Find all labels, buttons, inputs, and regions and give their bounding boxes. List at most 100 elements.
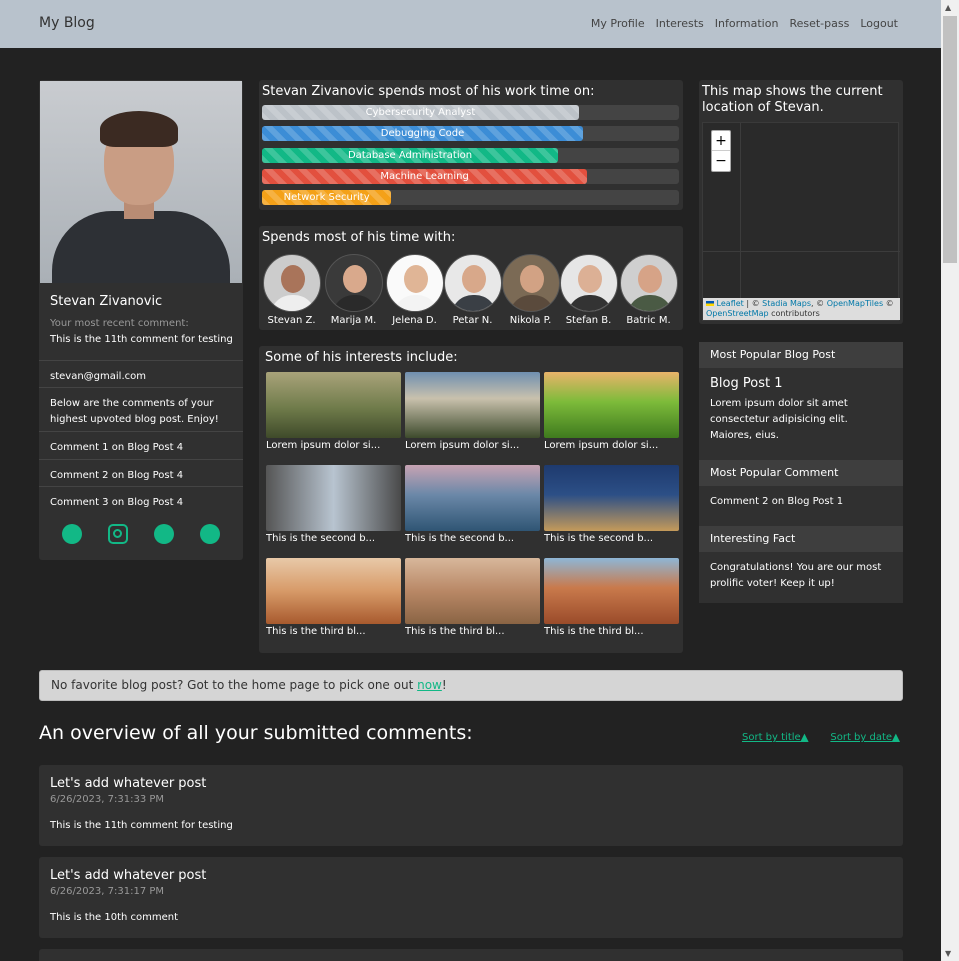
friends-panel: Spends most of his time with: Stevan Z. … [259,226,683,330]
attribution-separator: , © [811,299,827,308]
popular-comment-card: Most Popular Comment Comment 2 on Blog P… [699,460,903,526]
openmaptiles-link[interactable]: OpenMapTiles [827,299,883,308]
brand-link[interactable]: My Blog [39,15,95,31]
scroll-up-arrow-icon[interactable]: ▲ [945,3,951,12]
nav-my-profile[interactable]: My Profile [591,17,645,30]
nav-logout[interactable]: Logout [860,17,898,30]
alert-text-end: ! [441,678,447,692]
nav-reset-pass[interactable]: Reset-pass [789,17,849,30]
friend-item[interactable]: Nikola P. [501,254,560,326]
sort-by-date-link[interactable]: Sort by date▲ [830,732,899,743]
comment-card[interactable]: Let's add whatever post 6/26/2023, 7:31:… [39,857,903,938]
interest-tile[interactable]: This is the third bl... [405,558,540,637]
map-attribution: Leaflet | © Stadia Maps, © OpenMapTiles … [703,298,900,320]
interest-image [544,372,679,438]
openstreetmap-link[interactable]: OpenStreetMap [706,309,769,318]
comment-text: This is the 11th comment for testing [50,820,233,831]
interest-image [544,465,679,531]
skill-bar-fill: Network Security [262,190,392,205]
interest-image [266,372,401,438]
sort-by-title-link[interactable]: Sort by title▲ [742,732,808,743]
interesting-fact-card: Interesting Fact Congratulations! You ar… [699,526,903,603]
friend-name: Nikola P. [509,315,552,326]
home-now-link[interactable]: now [417,678,442,692]
interest-tile[interactable]: This is the second b... [266,465,401,544]
comment-post-title: Let's add whatever post [50,868,207,883]
friend-item[interactable]: Jelena D. [385,254,444,326]
friend-item[interactable]: Marija M. [324,254,383,326]
comments-intro: Below are the comments of your highest u… [39,387,243,436]
friend-item[interactable]: Petar N. [443,254,502,326]
nav-information[interactable]: Information [715,17,779,30]
zoom-out-button[interactable]: − [712,151,730,171]
facebook-icon[interactable] [62,524,82,544]
interest-image [405,465,540,531]
interests-panel: Some of his interests include: Lorem ips… [259,346,683,653]
friend-item[interactable]: Batric M. [619,254,678,326]
sort-links: Sort by title▲ Sort by date▲ [742,732,900,743]
interest-caption: Lorem ipsum dolor si... [405,440,520,451]
skill-bar: Debugging Code [262,126,679,141]
instagram-icon[interactable] [108,524,128,544]
interest-caption: This is the third bl... [266,626,366,637]
recent-comment-label: Your most recent comment: [50,318,189,329]
scrollbar[interactable]: ▲ ▼ [941,0,959,961]
comment-card[interactable] [39,949,903,961]
avatar [619,254,678,312]
interest-caption: Lorem ipsum dolor si... [544,440,659,451]
interests-title: Some of his interests include: [265,350,458,365]
interest-image [544,558,679,624]
popular-post-text: Lorem ipsum dolor sit amet consectetur a… [710,398,848,441]
friends-title: Spends most of his time with: [262,230,456,245]
social-links [39,524,243,544]
interest-tile[interactable]: Lorem ipsum dolor si... [544,372,679,451]
leaflet-link[interactable]: Leaflet [717,299,744,308]
map-zoom-control: + − [711,130,731,172]
overview-title: An overview of all your submitted commen… [39,722,473,744]
avatar [385,254,444,312]
stadia-link[interactable]: Stadia Maps [762,299,811,308]
fact-text: Congratulations! You are our most prolif… [710,562,882,589]
interest-tile[interactable]: This is the second b... [405,465,540,544]
profile-comment-item: Comment 3 on Blog Post 4 [39,486,243,519]
interest-tile[interactable]: Lorem ipsum dolor si... [405,372,540,451]
interest-caption: This is the second b... [544,533,654,544]
zoom-in-button[interactable]: + [712,131,730,151]
comment-date: 6/26/2023, 7:31:33 PM [50,794,165,805]
nav-links: My Profile Interests Information Reset-p… [591,17,898,30]
interest-tile[interactable]: This is the third bl... [266,558,401,637]
profile-name: Stevan Zivanovic [50,294,163,309]
nav-interests[interactable]: Interests [656,17,704,30]
friend-item[interactable]: Stefan B. [559,254,618,326]
interest-image [405,558,540,624]
friend-name: Jelena D. [392,315,437,326]
popular-post-body: Blog Post 1 Lorem ipsum dolor sit amet c… [699,368,903,452]
recent-comment-text: This is the 11th comment for testing [50,334,233,345]
avatar [324,254,383,312]
favorite-post-alert: No favorite blog post? Got to the home p… [39,670,903,701]
profile-photo [40,81,242,283]
popular-post-header: Most Popular Blog Post [699,342,903,368]
interest-tile[interactable]: Lorem ipsum dolor si... [266,372,401,451]
interest-image [266,465,401,531]
interest-tile[interactable]: This is the third bl... [544,558,679,637]
interest-caption: This is the second b... [266,533,376,544]
navbar: My Blog My Profile Interests Information… [0,0,941,48]
interest-tile[interactable]: This is the second b... [544,465,679,544]
friend-name: Marija M. [330,315,377,326]
interest-caption: This is the third bl... [405,626,505,637]
scrollbar-thumb[interactable] [943,16,957,263]
skill-bar-fill: Machine Learning [262,169,588,184]
comment-card[interactable]: Let's add whatever post 6/26/2023, 7:31:… [39,765,903,846]
comment-post-title: Let's add whatever post [50,776,207,791]
friend-item[interactable]: Stevan Z. [262,254,321,326]
skill-bar: Cybersecurity Analyst [262,105,679,120]
github-icon[interactable] [200,524,220,544]
twitter-icon[interactable] [154,524,174,544]
scroll-down-arrow-icon[interactable]: ▼ [945,949,951,958]
interest-caption: Lorem ipsum dolor si... [266,440,381,451]
friend-name: Batric M. [626,315,671,326]
fact-header: Interesting Fact [699,526,903,552]
popular-post-title: Blog Post 1 [710,376,783,391]
location-map[interactable]: + − Leaflet | © Stadia Maps, © OpenMapTi… [702,122,900,321]
